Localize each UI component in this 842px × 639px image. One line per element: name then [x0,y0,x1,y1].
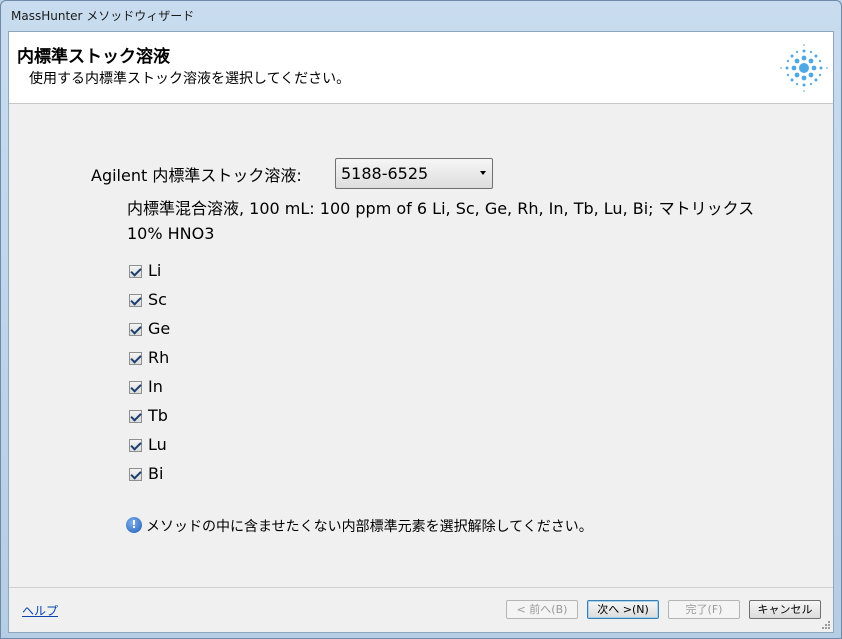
element-checkbox-lu[interactable] [129,439,142,452]
element-label: Bi [148,464,164,483]
stock-solution-selected-value: 5188-6525 [341,164,429,183]
element-checkbox-ge[interactable] [129,323,142,336]
element-label: Rh [148,348,170,367]
element-checkbox-sc[interactable] [129,294,142,307]
resize-grip-icon[interactable] [821,620,831,630]
footer-divider [9,587,833,588]
stock-solution-label: Agilent 内標準ストック溶液: [91,166,302,185]
element-checkbox-tb[interactable] [129,410,142,423]
back-button[interactable]: < 前へ(B) [506,600,578,619]
element-label: Li [148,261,162,280]
element-checkbox-rh[interactable] [129,352,142,365]
page-title: 内標準ストック溶液 [17,47,170,67]
element-label: Ge [148,319,171,338]
finish-button[interactable]: 完了(F) [668,600,740,619]
element-checkbox-li[interactable] [129,265,142,278]
next-button[interactable]: 次へ >(N) [587,600,659,619]
window-title: MassHunter メソッドウィザード [11,9,195,23]
page-subtitle: 使用する内標準ストック溶液を選択してください。 [29,71,351,87]
info-icon: ! [126,517,142,533]
wizard-window: MassHunter メソッドウィザード 内標準ストック溶液 使用する内標準スト… [0,0,842,639]
info-note-text: メソッドの中に含ませたくない内部標準元素を選択解除してください。 [146,519,593,535]
element-label: Lu [148,435,167,454]
wizard-header: 内標準ストック溶液 使用する内標準ストック溶液を選択してください。 [9,32,833,104]
agilent-spark-logo-icon [780,44,828,92]
chevron-down-icon [480,171,486,175]
wizard-client-area: 内標準ストック溶液 使用する内標準ストック溶液を選択してください。 Agilen… [8,31,834,633]
element-label: Sc [148,290,167,309]
help-link[interactable]: ヘルプ [22,602,58,619]
element-checkbox-in[interactable] [129,381,142,394]
stock-solution-description: 内標準混合溶液, 100 mL: 100 ppm of 6 Li, Sc, Ge… [127,199,755,243]
cancel-button[interactable]: キャンセル [749,600,821,619]
element-checkbox-bi[interactable] [129,468,142,481]
element-label: In [148,377,163,396]
stock-solution-dropdown[interactable]: 5188-6525 [335,158,493,189]
element-label: Tb [148,406,168,425]
